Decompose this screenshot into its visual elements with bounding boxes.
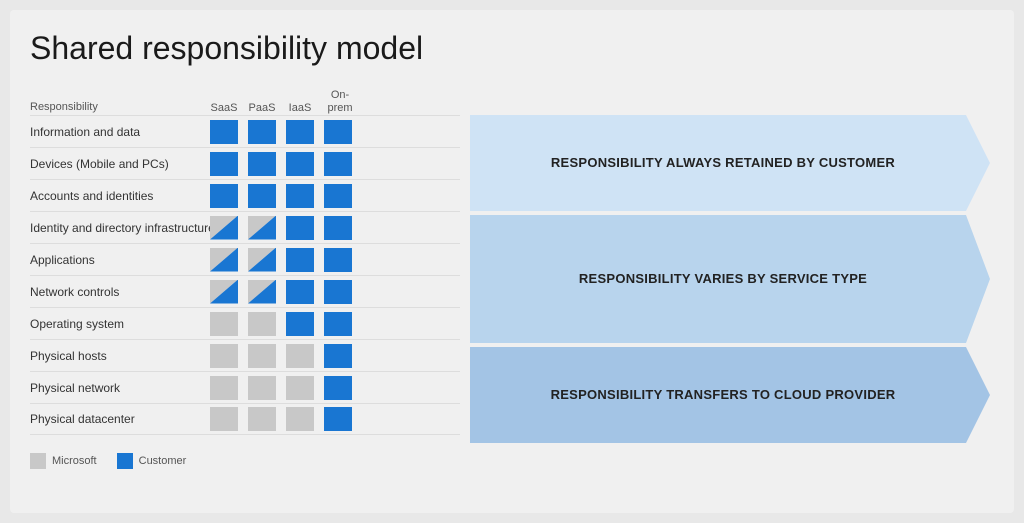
cell-onprem [319, 116, 357, 148]
cell-saas [205, 308, 243, 340]
page-container: Shared responsibility model Responsibili… [10, 10, 1014, 513]
cell-paas [243, 372, 281, 404]
cell-onprem [319, 276, 357, 308]
cell-onprem [319, 148, 357, 180]
cell-iaas [281, 116, 319, 148]
row-label: Physical network [30, 381, 205, 395]
table-row: Accounts and identities [30, 179, 460, 211]
table-row: Physical network [30, 371, 460, 403]
cell-saas [205, 212, 243, 244]
cell-paas [243, 276, 281, 308]
table-row: Network controls [30, 275, 460, 307]
cell-paas [243, 340, 281, 372]
cell-onprem [319, 180, 357, 212]
cell-onprem [319, 372, 357, 404]
arrow-shape: RESPONSIBILITY TRANSFERS TO CLOUD PROVID… [470, 347, 990, 443]
cell-iaas [281, 180, 319, 212]
row-label: Network controls [30, 285, 205, 299]
cell-onprem [319, 403, 357, 435]
cell-paas [243, 308, 281, 340]
table-row: Physical datacenter [30, 403, 460, 435]
row-label: Accounts and identities [30, 189, 205, 203]
table-section: Responsibility SaaS PaaS IaaS On-prem In… [30, 83, 460, 443]
cell-iaas [281, 340, 319, 372]
cell-iaas [281, 372, 319, 404]
main-content: Responsibility SaaS PaaS IaaS On-prem In… [30, 83, 994, 443]
cell-saas [205, 276, 243, 308]
arrow-group-2: RESPONSIBILITY TRANSFERS TO CLOUD PROVID… [470, 347, 994, 443]
table-row: Applications [30, 243, 460, 275]
legend-microsoft: Microsoft [30, 453, 97, 469]
legend-microsoft-label: Microsoft [52, 455, 97, 467]
col-onprem: On-prem [319, 89, 361, 115]
cell-paas [243, 212, 281, 244]
cell-onprem [319, 340, 357, 372]
arrow-text: RESPONSIBILITY ALWAYS RETAINED BY CUSTOM… [551, 155, 895, 172]
cell-iaas [281, 148, 319, 180]
legend-customer-icon [117, 453, 133, 469]
cell-iaas [281, 308, 319, 340]
arrow-shape: RESPONSIBILITY ALWAYS RETAINED BY CUSTOM… [470, 115, 990, 211]
cell-paas [243, 244, 281, 276]
cell-saas [205, 372, 243, 404]
cell-saas [205, 180, 243, 212]
row-label: Physical hosts [30, 349, 205, 363]
arrow-text: RESPONSIBILITY TRANSFERS TO CLOUD PROVID… [551, 387, 896, 404]
col-saas: SaaS [205, 102, 243, 115]
table-row: Devices (Mobile and PCs) [30, 147, 460, 179]
cell-saas [205, 403, 243, 435]
arrow-group-1: RESPONSIBILITY VARIES BY SERVICE TYPE [470, 215, 994, 343]
cell-iaas [281, 244, 319, 276]
arrow-shape: RESPONSIBILITY VARIES BY SERVICE TYPE [470, 215, 990, 343]
col-responsibility: Responsibility [30, 101, 205, 115]
cell-onprem [319, 308, 357, 340]
table-row: Information and data [30, 115, 460, 147]
cell-saas [205, 116, 243, 148]
cell-iaas [281, 276, 319, 308]
cell-iaas [281, 212, 319, 244]
col-paas: PaaS [243, 102, 281, 115]
row-label: Information and data [30, 125, 205, 139]
cell-onprem [319, 212, 357, 244]
cell-saas [205, 148, 243, 180]
cell-saas [205, 244, 243, 276]
page-title: Shared responsibility model [30, 30, 994, 67]
legend: Microsoft Customer [30, 453, 994, 469]
arrows-section: RESPONSIBILITY ALWAYS RETAINED BY CUSTOM… [460, 115, 994, 443]
legend-microsoft-icon [30, 453, 46, 469]
table-row: Operating system [30, 307, 460, 339]
legend-customer: Customer [117, 453, 187, 469]
cell-onprem [319, 244, 357, 276]
row-label: Identity and directory infrastructure [30, 221, 205, 235]
cell-paas [243, 148, 281, 180]
row-label: Physical datacenter [30, 412, 205, 426]
legend-customer-label: Customer [139, 455, 187, 467]
cell-paas [243, 180, 281, 212]
column-headers: Responsibility SaaS PaaS IaaS On-prem [30, 83, 460, 115]
col-iaas: IaaS [281, 102, 319, 115]
cell-saas [205, 340, 243, 372]
cell-paas [243, 116, 281, 148]
table-row: Identity and directory infrastructure [30, 211, 460, 243]
row-label: Operating system [30, 317, 205, 331]
cell-iaas [281, 403, 319, 435]
table-row: Physical hosts [30, 339, 460, 371]
arrow-text: RESPONSIBILITY VARIES BY SERVICE TYPE [579, 271, 867, 288]
cell-paas [243, 403, 281, 435]
row-label: Applications [30, 253, 205, 267]
row-label: Devices (Mobile and PCs) [30, 157, 205, 171]
arrow-group-0: RESPONSIBILITY ALWAYS RETAINED BY CUSTOM… [470, 115, 994, 211]
rows-container: Information and data Devices (Mobile and … [30, 115, 460, 443]
